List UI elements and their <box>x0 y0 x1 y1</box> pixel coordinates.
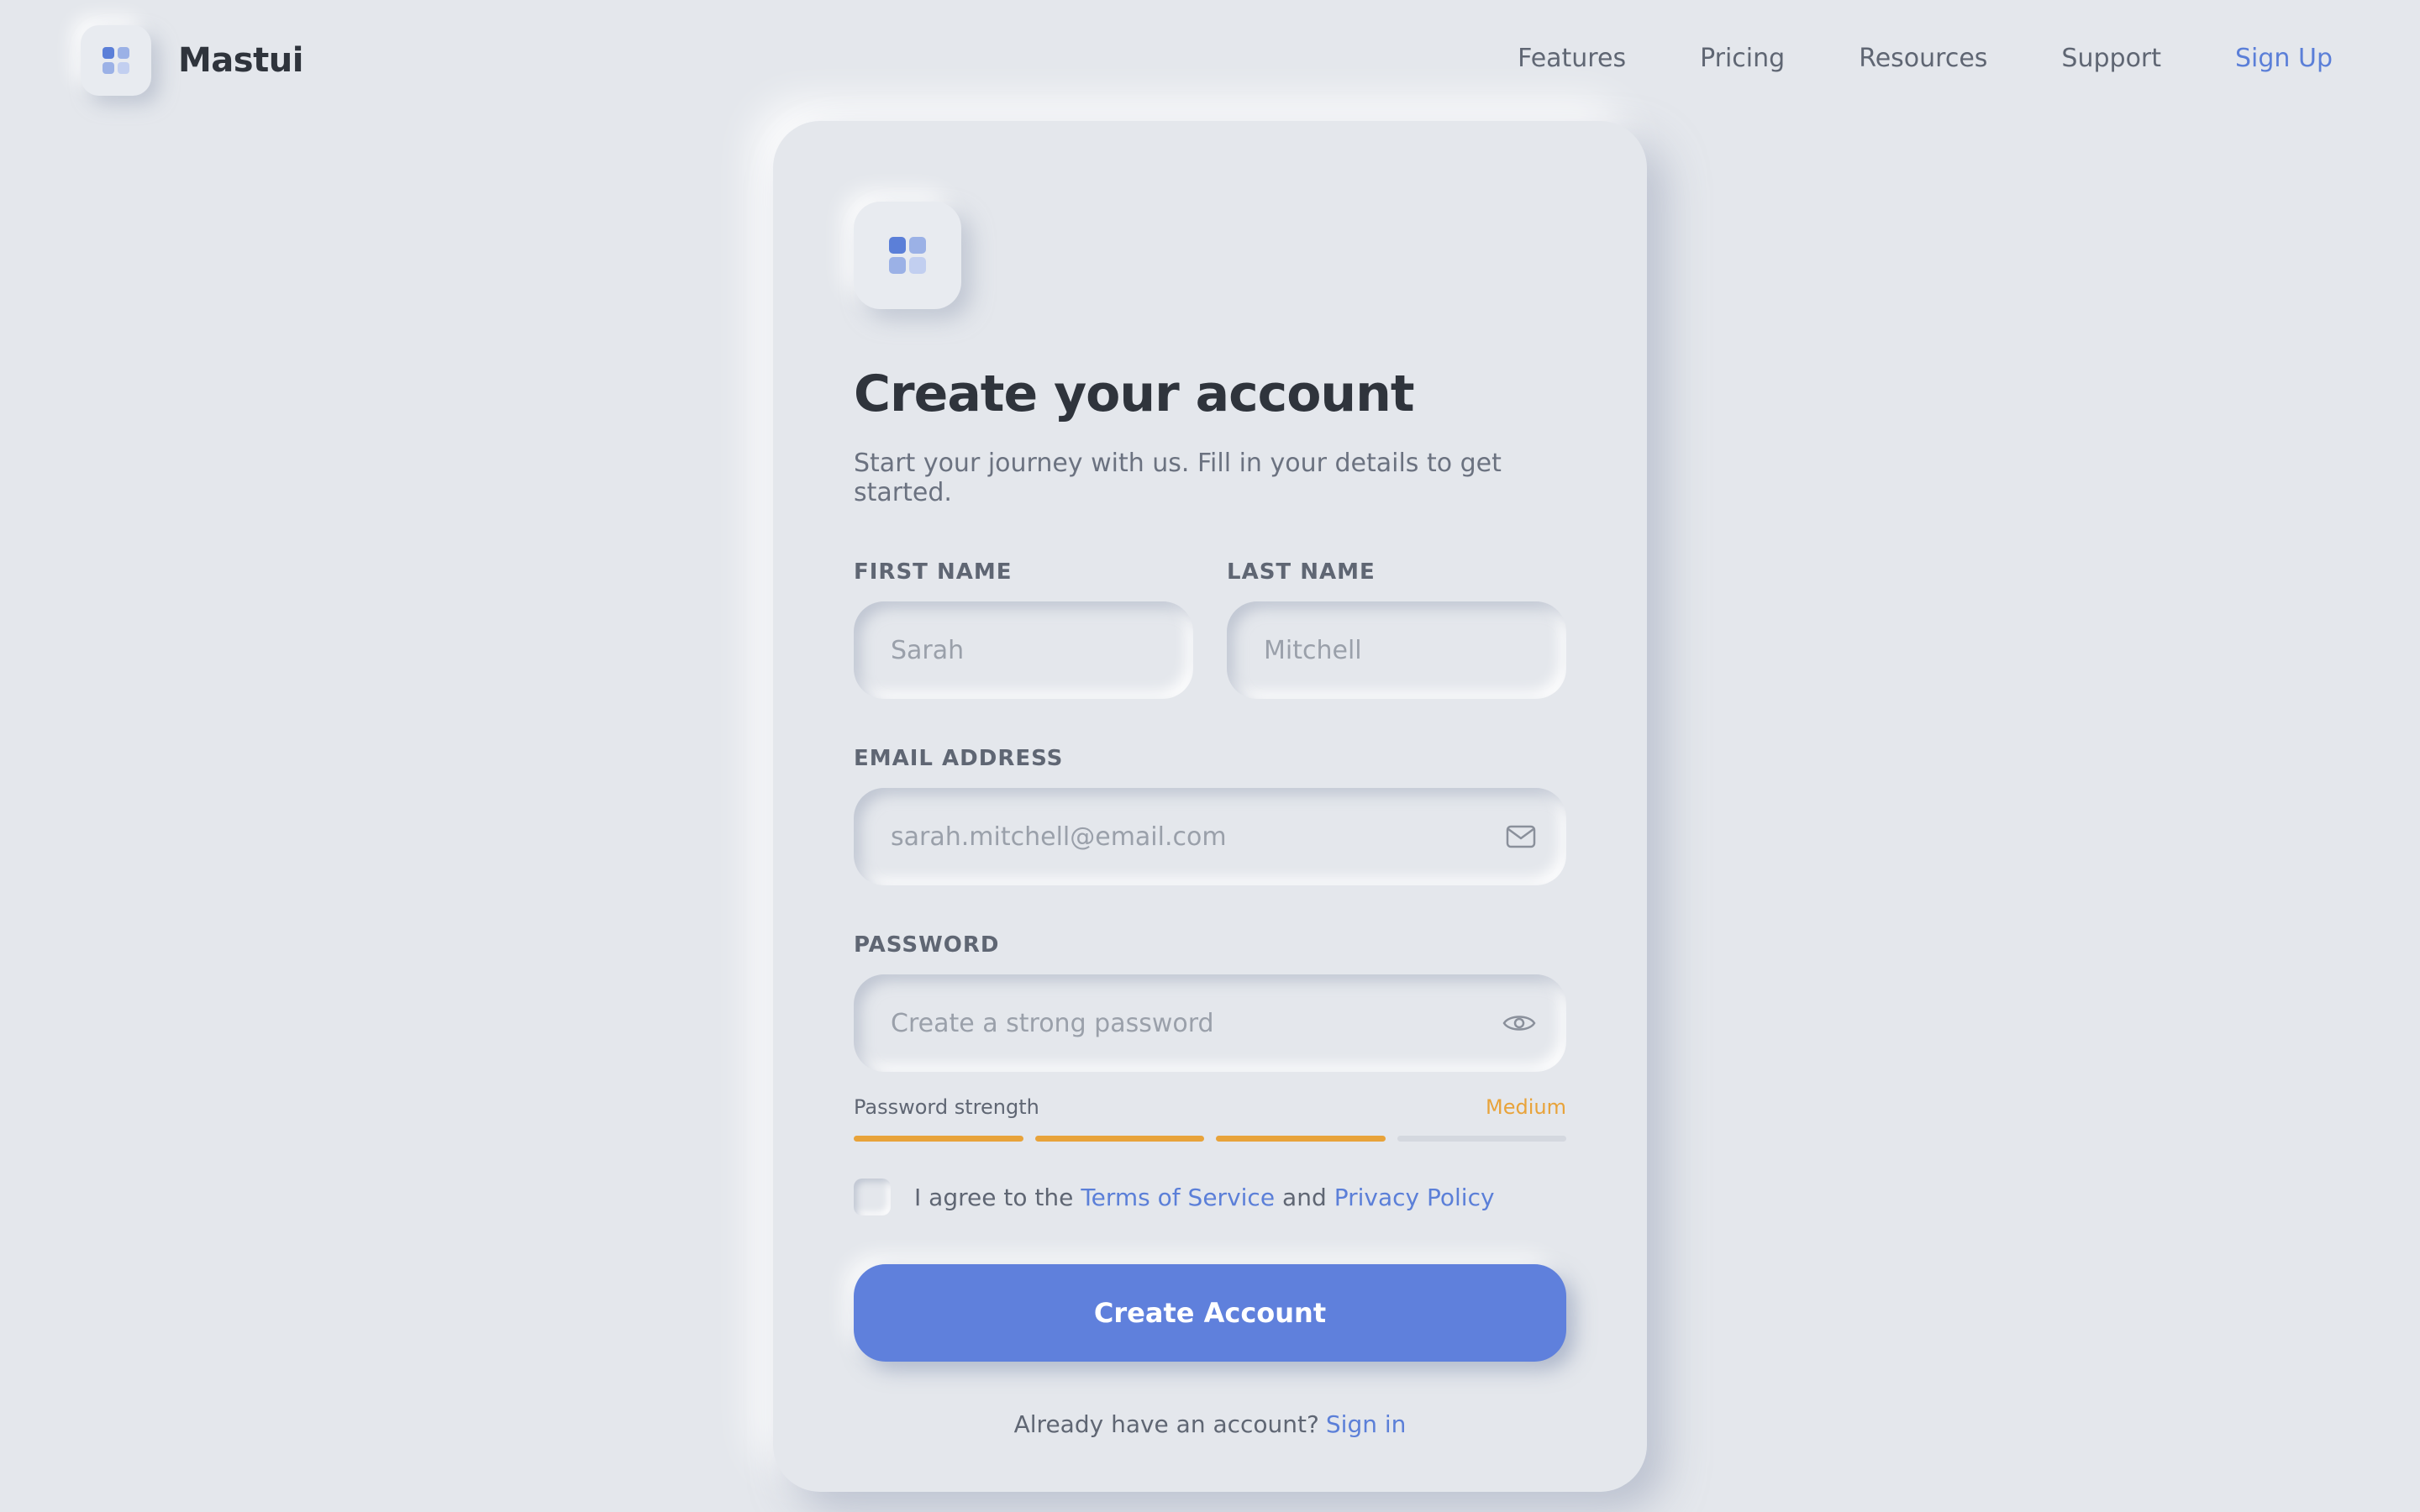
terms-checkbox[interactable] <box>854 1179 891 1215</box>
email-input[interactable] <box>891 822 1529 852</box>
signup-card: Create your account Start your journey w… <box>773 121 1647 1492</box>
password-label: PASSWORD <box>854 932 1000 958</box>
email-group: EMAIL ADDRESS <box>854 746 1566 885</box>
password-input[interactable] <box>891 1008 1529 1038</box>
signup-form: Create your account Start your journey w… <box>854 202 1566 1438</box>
terms-and-text: and <box>1282 1183 1327 1211</box>
password-strength-label: Password strength <box>854 1095 1039 1119</box>
terms-prefix-text: I agree to the <box>914 1183 1074 1211</box>
signin-link[interactable]: Sign in <box>1326 1410 1407 1438</box>
first-name-label: FIRST NAME <box>854 559 1013 585</box>
password-strength-row: Password strength Medium <box>854 1095 1566 1119</box>
page-subtitle: Start your journey with us. Fill in your… <box>854 449 1502 507</box>
form-logo-tile <box>854 202 961 309</box>
last-name-input[interactable] <box>1264 635 1529 665</box>
email-label: EMAIL ADDRESS <box>854 746 1064 771</box>
nav-signup-link[interactable]: Sign Up <box>2235 44 2333 73</box>
password-strength-meter <box>854 1136 1566 1142</box>
strength-segment <box>1034 1136 1204 1142</box>
brand[interactable]: Mastui <box>81 25 303 96</box>
password-strength-value: Medium <box>1486 1095 1566 1119</box>
last-name-label: LAST NAME <box>1227 559 1376 585</box>
signin-prompt-text: Already have an account? <box>1013 1410 1319 1438</box>
terms-of-service-link[interactable]: Terms of Service <box>1081 1184 1275 1211</box>
top-nav: Features Pricing Resources Support Sign … <box>1444 44 2333 73</box>
first-name-group: FIRST NAME <box>854 559 1193 699</box>
password-field-wrap <box>854 974 1566 1072</box>
last-name-field-wrap <box>1227 601 1566 699</box>
first-name-input[interactable] <box>891 635 1156 665</box>
last-name-group: LAST NAME <box>1227 559 1566 699</box>
strength-segment <box>1397 1136 1566 1142</box>
nav-link-support[interactable]: Support <box>2061 44 2161 73</box>
mail-icon <box>1506 825 1536 848</box>
brand-name: Mastui <box>178 41 303 80</box>
strength-segment <box>854 1136 1023 1142</box>
name-row: FIRST NAME LAST NAME <box>854 559 1566 699</box>
strength-segment <box>1216 1136 1386 1142</box>
password-group: PASSWORD <box>854 932 1566 1072</box>
eye-icon[interactable] <box>1502 1011 1536 1035</box>
page-title: Create your account <box>854 365 1415 423</box>
create-account-button[interactable]: Create Account <box>854 1264 1566 1362</box>
nav-link-features[interactable]: Features <box>1518 44 1626 73</box>
page: Mastui Features Pricing Resources Suppor… <box>0 0 2420 1512</box>
grid-logo-icon <box>889 237 926 274</box>
nav-link-resources[interactable]: Resources <box>1859 44 1987 73</box>
first-name-field-wrap <box>854 601 1193 699</box>
terms-agreement: I agree to the Terms of Service and Priv… <box>854 1179 1566 1215</box>
nav-link-pricing[interactable]: Pricing <box>1700 44 1785 73</box>
email-field-wrap <box>854 788 1566 885</box>
grid-logo-icon <box>103 47 129 74</box>
brand-logo-tile <box>81 25 151 96</box>
signin-prompt: Already have an account? Sign in <box>854 1410 1566 1438</box>
privacy-policy-link[interactable]: Privacy Policy <box>1334 1184 1495 1211</box>
